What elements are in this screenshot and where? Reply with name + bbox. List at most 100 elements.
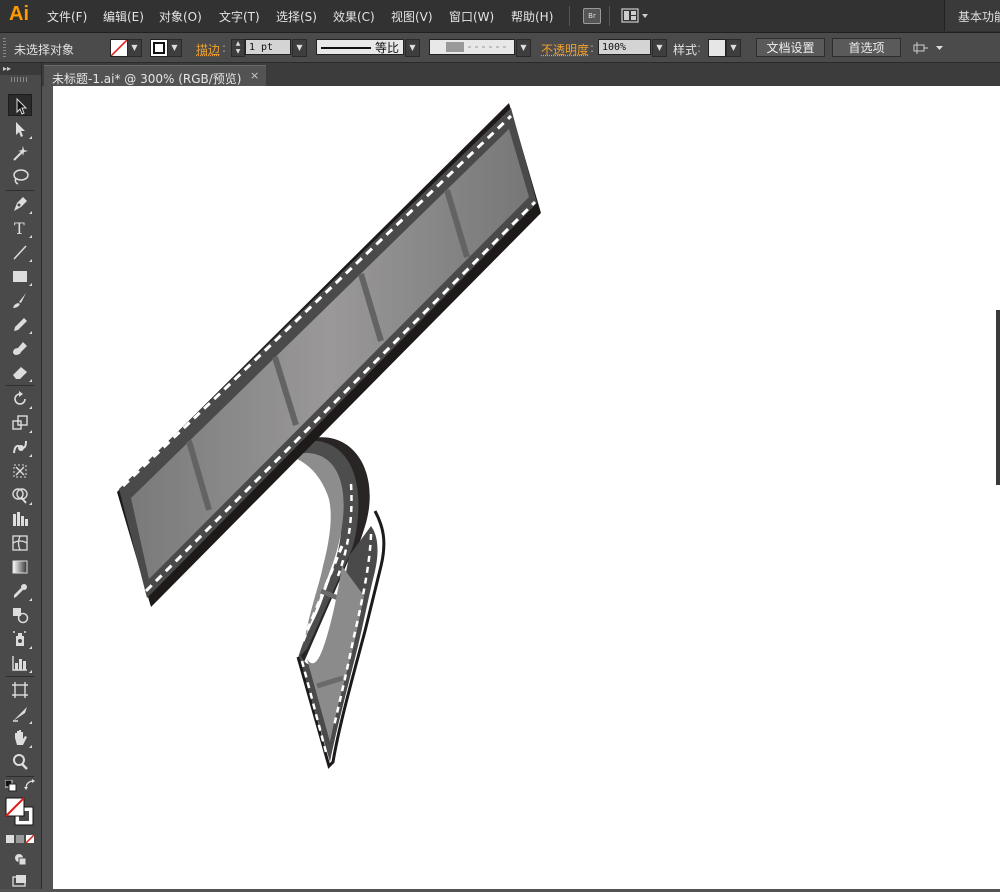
film-strip-artwork[interactable] bbox=[53, 86, 1000, 889]
vertical-scrollbar[interactable] bbox=[996, 310, 1000, 485]
menu-help[interactable]: 帮助(H) bbox=[511, 8, 553, 25]
warp-tool-icon bbox=[13, 440, 27, 454]
rotate-tool-icon bbox=[14, 391, 26, 405]
shape-builder-tool[interactable] bbox=[8, 484, 32, 506]
drawing-mode-button[interactable] bbox=[13, 852, 27, 866]
style-label: 样式 bbox=[673, 43, 698, 57]
selection-status: 未选择对象 bbox=[14, 43, 75, 57]
menu-effect[interactable]: 效果(C) bbox=[333, 8, 375, 25]
direct-selection-tool[interactable] bbox=[8, 118, 32, 140]
rotate-tool[interactable] bbox=[8, 388, 32, 410]
arrange-documents-button[interactable] bbox=[621, 7, 649, 25]
graph-tool[interactable] bbox=[8, 508, 32, 530]
graphic-style-swatch[interactable] bbox=[708, 39, 726, 57]
blob-brush-tool[interactable] bbox=[8, 337, 32, 359]
selection-tool[interactable] bbox=[8, 94, 32, 116]
fill-stroke-widget[interactable] bbox=[5, 797, 35, 827]
menu-window[interactable]: 窗口(W) bbox=[449, 8, 494, 25]
rectangle-tool[interactable] bbox=[8, 265, 32, 287]
artboard-tool[interactable] bbox=[8, 679, 32, 701]
default-colors-button[interactable] bbox=[4, 779, 17, 792]
toolbox-grip[interactable] bbox=[11, 77, 29, 82]
warp-tool[interactable] bbox=[8, 436, 32, 458]
artboard-canvas[interactable] bbox=[53, 86, 1000, 889]
menu-type[interactable]: 文字(T) bbox=[219, 8, 260, 25]
pen-tool-icon bbox=[14, 197, 27, 211]
menu-object[interactable]: 对象(O) bbox=[159, 8, 202, 25]
workspace-label: 基本功能 bbox=[958, 10, 1000, 24]
control-bar-grip[interactable] bbox=[3, 38, 6, 58]
opacity-dropdown[interactable]: ▼ bbox=[652, 39, 667, 57]
magic-wand-tool-icon bbox=[13, 146, 28, 161]
screen-mode-icon bbox=[12, 875, 26, 887]
symbol-sprayer-tool[interactable] bbox=[8, 628, 32, 650]
graph-tool-icon bbox=[13, 512, 28, 526]
toolbox-collapse-button[interactable]: ▸▸ bbox=[0, 63, 41, 75]
document-setup-button[interactable]: 文档设置 bbox=[756, 38, 825, 57]
fill-swatch[interactable] bbox=[110, 39, 128, 57]
stroke-profile-field[interactable]: 等比 bbox=[316, 39, 404, 55]
menu-file[interactable]: 文件(F) bbox=[47, 8, 87, 25]
column-graph-tool-icon bbox=[12, 656, 27, 671]
stroke-swatch[interactable] bbox=[150, 39, 168, 57]
free-transform-tool[interactable] bbox=[8, 460, 32, 482]
brush-definition-field[interactable] bbox=[429, 39, 515, 55]
hand-tool[interactable] bbox=[8, 727, 32, 749]
graphic-style-dropdown[interactable]: ▼ bbox=[726, 39, 741, 57]
swap-colors-button[interactable] bbox=[24, 779, 36, 791]
bridge-button[interactable]: Br bbox=[583, 8, 601, 24]
mesh-tool[interactable] bbox=[8, 532, 32, 554]
close-icon[interactable]: × bbox=[250, 69, 259, 82]
stroke-dropdown[interactable]: ▼ bbox=[167, 39, 182, 57]
app-logo: Ai bbox=[9, 3, 29, 25]
color-mode-buttons[interactable] bbox=[6, 833, 36, 844]
film-strip-lower-curl bbox=[279, 437, 386, 769]
document-tab-title: 未标题-1.ai* @ 300% (RGB/预览) bbox=[52, 72, 242, 86]
workspace-switcher[interactable]: 基本功能 bbox=[944, 0, 1000, 31]
slice-tool[interactable] bbox=[8, 703, 32, 725]
stroke-profile-label: 等比 bbox=[374, 41, 399, 55]
opacity-field[interactable]: 100% bbox=[598, 39, 651, 55]
gradient-tool-icon bbox=[12, 560, 28, 574]
blend-tool[interactable] bbox=[8, 604, 32, 626]
stroke-weight-stepper[interactable]: ▲ ▼ bbox=[231, 39, 245, 57]
mesh-tool-icon bbox=[12, 535, 28, 551]
zoom-tool[interactable] bbox=[8, 751, 32, 773]
brush-preview-icon bbox=[446, 42, 510, 52]
gradient-tool[interactable] bbox=[8, 556, 32, 578]
eyedropper-tool[interactable] bbox=[8, 580, 32, 602]
menu-select[interactable]: 选择(S) bbox=[276, 8, 317, 25]
stroke-weight-field[interactable]: 1 pt bbox=[245, 39, 291, 55]
slice-tool-icon bbox=[13, 707, 27, 722]
opacity-label[interactable]: 不透明度 bbox=[541, 41, 589, 58]
screen-mode-button[interactable] bbox=[12, 874, 28, 888]
scale-tool[interactable] bbox=[8, 412, 32, 434]
pen-tool[interactable] bbox=[8, 193, 32, 215]
lasso-tool[interactable] bbox=[8, 166, 32, 188]
hand-tool-icon bbox=[15, 730, 27, 745]
magic-wand-tool[interactable] bbox=[8, 142, 32, 164]
menu-edit[interactable]: 编辑(E) bbox=[103, 8, 144, 25]
line-segment-tool[interactable] bbox=[8, 241, 32, 263]
zoom-tool-icon bbox=[13, 754, 28, 770]
paintbrush-tool[interactable] bbox=[8, 289, 32, 311]
stroke-profile-dropdown[interactable]: ▼ bbox=[405, 39, 420, 57]
stroke-label[interactable]: 描边 bbox=[196, 41, 220, 58]
eyedropper-tool-icon bbox=[14, 584, 27, 598]
shape-builder-tool-icon bbox=[12, 488, 28, 504]
type-tool[interactable]: T bbox=[8, 217, 32, 239]
color-gradient-none-icons bbox=[6, 834, 35, 844]
arrange-documents-icon bbox=[621, 8, 648, 23]
eraser-tool[interactable] bbox=[8, 361, 32, 383]
menu-view[interactable]: 视图(V) bbox=[391, 8, 433, 25]
fill-dropdown[interactable]: ▼ bbox=[127, 39, 142, 57]
type-tool-icon: T bbox=[14, 219, 25, 237]
svg-text:T: T bbox=[14, 219, 25, 237]
document-tab[interactable]: 未标题-1.ai* @ 300% (RGB/预览) × bbox=[44, 65, 266, 87]
control-panel-menu-button[interactable] bbox=[912, 40, 946, 56]
brush-definition-dropdown[interactable]: ▼ bbox=[516, 39, 531, 57]
stroke-weight-dropdown[interactable]: ▼ bbox=[292, 39, 307, 57]
pencil-tool[interactable] bbox=[8, 313, 32, 335]
preferences-button[interactable]: 首选项 bbox=[832, 38, 901, 57]
column-graph-tool[interactable] bbox=[8, 652, 32, 674]
